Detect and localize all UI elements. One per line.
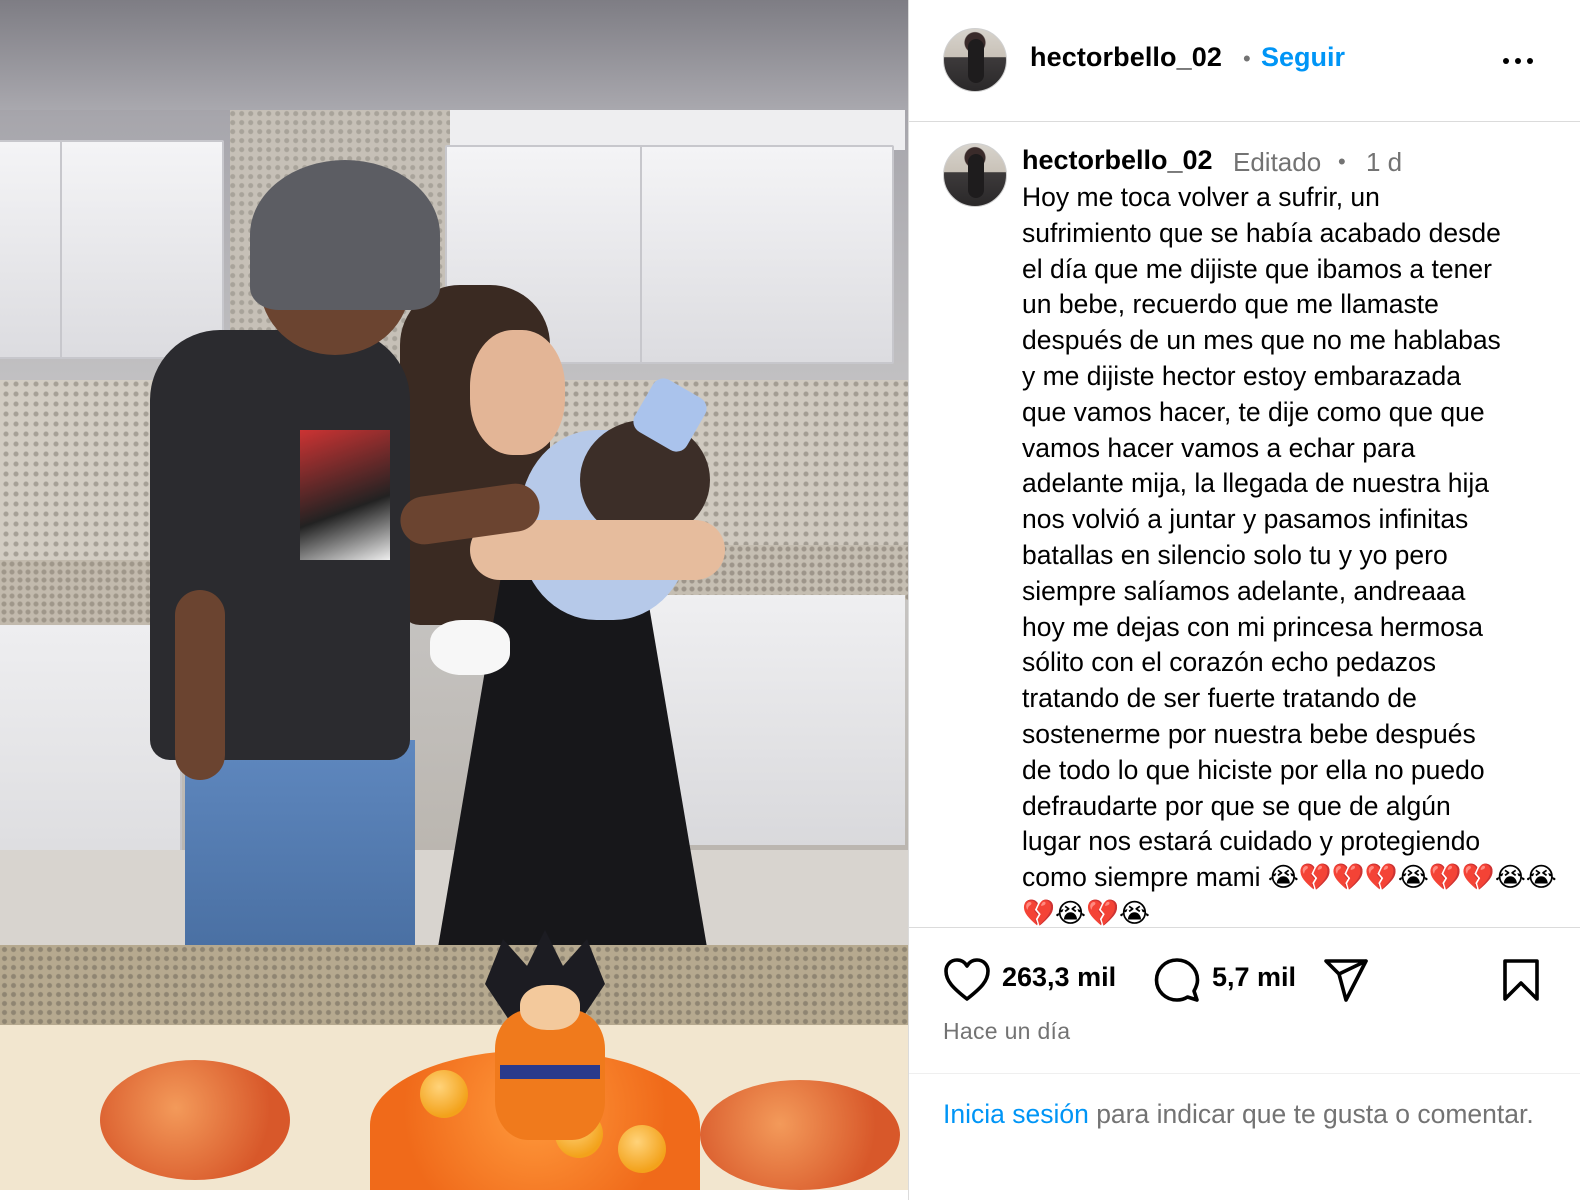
cake-topper-belt xyxy=(500,1065,600,1079)
separator-dot: • xyxy=(1338,149,1346,174)
like-count[interactable]: 263,3 mil xyxy=(1002,962,1116,993)
man-jeans xyxy=(185,740,415,955)
shirt-graphic xyxy=(300,430,390,560)
post-timestamp[interactable]: Hace un día xyxy=(943,1018,1070,1045)
dragon-ball xyxy=(420,1070,468,1118)
caption-username[interactable]: hectorbello_02 xyxy=(1022,145,1213,176)
post-header: hectorbello_02 • Seguir xyxy=(909,0,1580,122)
caption-text: Hoy me toca volver a sufrir, un sufrimie… xyxy=(1022,182,1557,928)
login-prompt: Inicia sesión para indicar que te gusta … xyxy=(943,1096,1543,1132)
follow-button[interactable]: Seguir xyxy=(1261,42,1345,73)
avatar[interactable] xyxy=(943,28,1007,92)
comment-count[interactable]: 5,7 mil xyxy=(1212,962,1296,993)
caption-avatar[interactable] xyxy=(943,143,1007,207)
login-prompt-text: para indicar que te gusta o comentar. xyxy=(1088,1099,1534,1129)
man-cap xyxy=(250,160,440,310)
post-photo xyxy=(0,0,908,1190)
bookmark-icon[interactable] xyxy=(1501,958,1541,1002)
paper-plane-icon[interactable] xyxy=(1322,957,1370,1003)
post-details-panel: hectorbello_02 • Seguir hectorbello_02 E… xyxy=(908,0,1580,1200)
upper-cabinet xyxy=(640,145,894,364)
pumpkin-print xyxy=(100,1060,290,1180)
header-username[interactable]: hectorbello_02 xyxy=(1030,42,1222,73)
divider xyxy=(909,927,1580,928)
login-link[interactable]: Inicia sesión xyxy=(943,1099,1089,1129)
dragon-ball xyxy=(618,1125,666,1173)
pumpkin-print xyxy=(700,1080,900,1190)
separator-dot: • xyxy=(1243,46,1251,71)
cake-topper-face xyxy=(520,985,580,1030)
caption-time[interactable]: 1 d xyxy=(1366,147,1402,178)
upper-cabinet xyxy=(60,140,224,359)
comment-bubble-icon[interactable] xyxy=(1153,957,1201,1003)
cabinet-top xyxy=(445,110,905,150)
woman-face xyxy=(470,330,565,455)
man-arm xyxy=(175,590,225,780)
baby-sock xyxy=(430,620,510,675)
edited-label: Editado xyxy=(1233,147,1322,177)
divider xyxy=(909,1073,1580,1074)
ceiling xyxy=(0,0,908,110)
more-options-icon[interactable] xyxy=(1503,46,1539,76)
heart-icon[interactable] xyxy=(943,957,991,1003)
